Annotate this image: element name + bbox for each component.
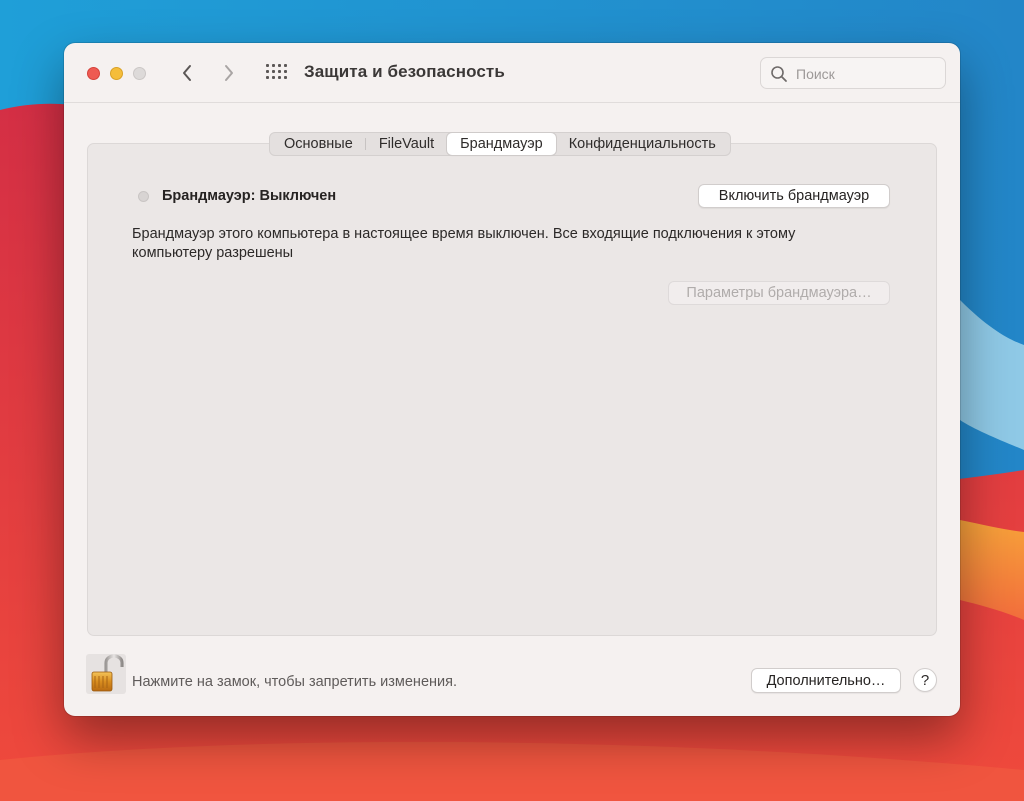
back-button[interactable] [176, 62, 198, 84]
lock-button[interactable] [86, 654, 126, 694]
advanced-button[interactable]: Дополнительно… [751, 668, 901, 693]
content-panel [87, 143, 937, 636]
firewall-description: Брандмауэр этого компьютера в настоящее … [132, 226, 796, 261]
tab-firewall[interactable]: Брандмауэр [447, 133, 556, 155]
chevron-right-icon [225, 65, 233, 81]
tab-bar: Основные FileVault Брандмауэр Конфиденци… [269, 132, 731, 156]
close-window-button[interactable] [87, 67, 100, 80]
lock-hint-text: Нажмите на замок, чтобы запретить измене… [132, 674, 457, 690]
minimize-window-button[interactable] [110, 67, 123, 80]
window-title: Защита и безопасность [304, 62, 505, 81]
grid-icon [266, 64, 288, 82]
firewall-status-indicator [138, 191, 149, 202]
enable-firewall-button[interactable]: Включить брандмауэр [698, 184, 890, 208]
show-all-button[interactable] [266, 64, 288, 82]
search-field[interactable]: Поиск [760, 57, 946, 89]
search-placeholder: Поиск [796, 66, 835, 82]
firewall-status-label: Брандмауэр: Выключен [162, 188, 337, 204]
firewall-options-button: Параметры брандмауэра… [668, 281, 890, 305]
chevron-left-icon [183, 65, 191, 81]
system-preferences-window: Защита и безопасность Поиск Основные Fil… [64, 43, 960, 716]
tab-general[interactable]: Основные [271, 133, 366, 155]
forward-button[interactable] [218, 62, 240, 84]
tab-privacy[interactable]: Конфиденциальность [556, 133, 729, 155]
unlocked-padlock-icon [86, 654, 126, 694]
zoom-window-button [133, 67, 146, 80]
search-icon [771, 66, 787, 82]
help-button[interactable]: ? [913, 668, 937, 692]
tab-filevault[interactable]: FileVault [366, 133, 447, 155]
window-toolbar: Защита и безопасность Поиск [64, 43, 960, 103]
